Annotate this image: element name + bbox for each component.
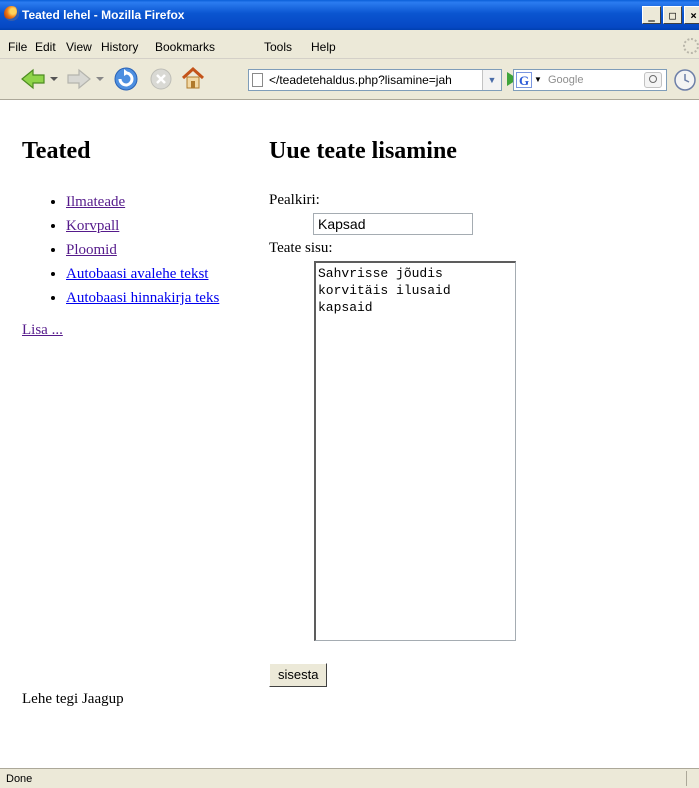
page-icon xyxy=(252,73,263,87)
address-bar[interactable]: </teadetehaldus.php?lisamine=jah ▼ xyxy=(248,69,502,91)
search-icon[interactable] xyxy=(644,72,662,88)
search-box[interactable]: G ▼ Google xyxy=(513,69,667,91)
menu-file[interactable]: File xyxy=(8,40,27,54)
menu-bookmarks[interactable]: Bookmarks xyxy=(155,40,215,54)
status-text: Done xyxy=(6,773,33,785)
navigation-toolbar: </teadetehaldus.php?lisamine=jah ▼ G ▼ G… xyxy=(0,59,699,100)
list-item: Autobaasi hinnakirja teks xyxy=(66,286,306,310)
message-link-ilmateade[interactable]: Ilmateade xyxy=(66,194,125,210)
list-item: Korvpall xyxy=(66,214,306,238)
throbber-icon xyxy=(683,38,699,54)
footer-text: Lehe tegi Jaagup xyxy=(22,691,124,707)
back-arrow-icon[interactable] xyxy=(20,68,46,90)
body-label: Teate sisu: xyxy=(269,240,333,256)
page-content: Teated Ilmateade Korvpall Ploomid Autoba… xyxy=(0,100,699,768)
address-url[interactable]: </teadetehaldus.php?lisamine=jah xyxy=(269,73,469,87)
message-link-autobaasi-avalehe[interactable]: Autobaasi avalehe tekst xyxy=(66,266,208,282)
body-textarea[interactable]: Sahvrisse jõudis korvitäis ilusaid kapsa… xyxy=(314,261,516,641)
menu-bar: File Edit View History Bookmarks Tools H… xyxy=(0,30,699,59)
engine-dropdown-icon[interactable]: ▼ xyxy=(534,75,542,84)
message-link-korvpall[interactable]: Korvpall xyxy=(66,218,119,234)
message-list: Ilmateade Korvpall Ploomid Autobaasi ava… xyxy=(22,190,306,310)
maximize-button[interactable]: □ xyxy=(663,6,682,24)
window-title: Teated lehel - Mozilla Firefox xyxy=(22,8,185,22)
sidebar-heading: Teated xyxy=(22,138,91,164)
submit-button[interactable]: sisesta xyxy=(269,663,328,687)
message-link-ploomid[interactable]: Ploomid xyxy=(66,242,117,258)
stop-icon[interactable] xyxy=(149,67,173,91)
forward-arrow-icon[interactable] xyxy=(66,68,92,90)
title-label: Pealkiri: xyxy=(269,192,320,208)
history-clock-icon[interactable] xyxy=(673,68,697,92)
menu-tools[interactable]: Tools xyxy=(264,40,292,54)
home-icon[interactable] xyxy=(180,65,206,91)
list-item: Autobaasi avalehe tekst xyxy=(66,262,306,286)
search-input[interactable]: Google xyxy=(548,74,583,86)
window-titlebar: Teated lehel - Mozilla Firefox _ □ × xyxy=(0,0,699,30)
back-dropdown-icon[interactable] xyxy=(50,75,58,83)
close-button[interactable]: × xyxy=(684,6,699,24)
firefox-icon xyxy=(4,6,19,21)
status-bar: Done xyxy=(0,768,699,788)
message-link-autobaasi-hinnakirja[interactable]: Autobaasi hinnakirja teks xyxy=(66,290,219,306)
forward-dropdown-icon[interactable] xyxy=(96,75,104,83)
menu-history[interactable]: History xyxy=(101,40,138,54)
menu-view[interactable]: View xyxy=(66,40,92,54)
status-divider xyxy=(686,771,687,786)
google-engine-icon[interactable]: G xyxy=(516,72,532,88)
address-dropdown-icon[interactable]: ▼ xyxy=(482,70,501,90)
minimize-button[interactable]: _ xyxy=(642,6,661,24)
add-message-link[interactable]: Lisa ... xyxy=(22,322,63,339)
form-heading: Uue teate lisamine xyxy=(269,138,457,164)
title-field[interactable]: Kapsad xyxy=(313,213,473,235)
reload-icon[interactable] xyxy=(113,66,139,92)
menu-help[interactable]: Help xyxy=(311,40,336,54)
menu-edit[interactable]: Edit xyxy=(35,40,56,54)
